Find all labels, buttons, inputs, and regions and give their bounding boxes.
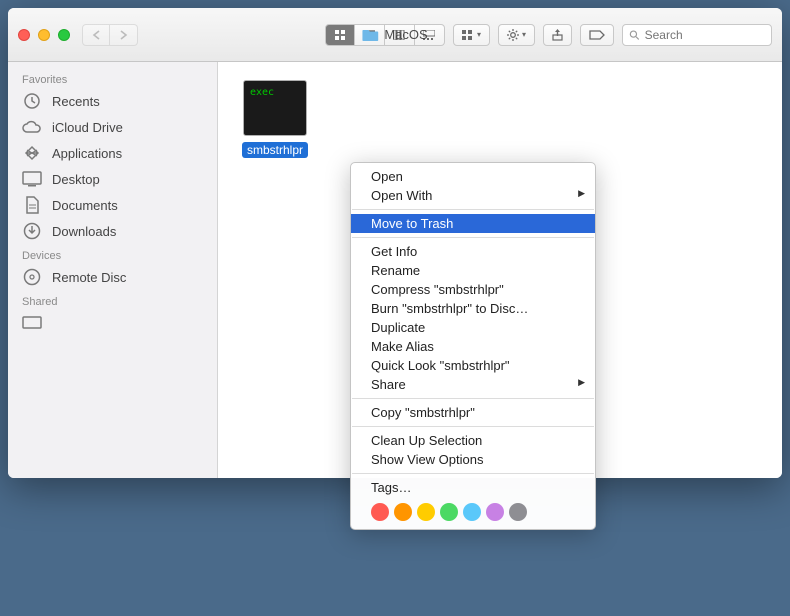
zoom-icon[interactable] — [58, 29, 70, 41]
context-item-compress-smbstrhlpr[interactable]: Compress "smbstrhlpr" — [351, 280, 595, 299]
cloud-icon — [22, 118, 42, 136]
sidebar-item-remote-disc[interactable]: Remote Disc — [8, 264, 217, 290]
titlebar: MacOS ▾ ▾ — [8, 8, 782, 62]
share-icon — [552, 29, 563, 41]
context-item-burn-smbstrhlpr-to-disc[interactable]: Burn "smbstrhlpr" to Disc… — [351, 299, 595, 318]
context-item-share[interactable]: Share — [351, 375, 595, 394]
search-input[interactable] — [645, 28, 765, 42]
context-item-open-with[interactable]: Open With — [351, 186, 595, 205]
disc-icon — [22, 268, 42, 286]
tag-dot[interactable] — [417, 503, 435, 521]
sidebar-item-label: Remote Disc — [52, 270, 126, 285]
sidebar-item-item[interactable] — [8, 310, 217, 336]
gear-icon — [507, 29, 519, 41]
close-icon[interactable] — [18, 29, 30, 41]
icon-view-button[interactable] — [325, 24, 355, 46]
tag-dot[interactable] — [371, 503, 389, 521]
nav-buttons — [82, 24, 138, 46]
sidebar-header: Devices — [8, 244, 217, 264]
tag-icon — [589, 30, 605, 40]
desktop-icon — [22, 170, 42, 188]
tag-dot[interactable] — [463, 503, 481, 521]
context-menu[interactable]: OpenOpen With Move to Trash Get InfoRename… — [350, 162, 596, 530]
context-item-get-info[interactable]: Get Info — [351, 242, 595, 261]
doc-icon — [22, 196, 42, 214]
context-separator — [352, 209, 594, 210]
context-item-duplicate[interactable]: Duplicate — [351, 318, 595, 337]
screen-icon — [22, 314, 42, 332]
window-title: MacOS — [362, 27, 427, 42]
sidebar-item-label: Documents — [52, 198, 118, 213]
traffic-lights — [18, 29, 70, 41]
sidebar-item-downloads[interactable]: Downloads — [8, 218, 217, 244]
tag-dot[interactable] — [394, 503, 412, 521]
file-name[interactable]: smbstrhlpr — [242, 142, 308, 158]
download-icon — [22, 222, 42, 240]
app-icon — [22, 144, 42, 162]
context-item-move-to-trash[interactable]: Move to Trash — [351, 214, 595, 233]
context-separator — [352, 237, 594, 238]
context-separator — [352, 473, 594, 474]
context-item-clean-up-selection[interactable]: Clean Up Selection — [351, 431, 595, 450]
action-button[interactable]: ▾ — [498, 24, 535, 46]
file-item[interactable]: exec smbstrhlpr — [236, 80, 314, 159]
clock-icon — [22, 92, 42, 110]
context-item-rename[interactable]: Rename — [351, 261, 595, 280]
tag-row — [351, 497, 595, 525]
context-item-tags[interactable]: Tags… — [351, 478, 595, 497]
group-by-button[interactable]: ▾ — [453, 24, 490, 46]
context-item-make-alias[interactable]: Make Alias — [351, 337, 595, 356]
context-item-open[interactable]: Open — [351, 167, 595, 186]
exec-icon: exec — [243, 80, 307, 136]
context-item-copy-smbstrhlpr[interactable]: Copy "smbstrhlpr" — [351, 403, 595, 422]
tags-button[interactable] — [580, 24, 614, 46]
context-separator — [352, 398, 594, 399]
sidebar-item-label: iCloud Drive — [52, 120, 123, 135]
sidebar-item-icloud-drive[interactable]: iCloud Drive — [8, 114, 217, 140]
sidebar-item-applications[interactable]: Applications — [8, 140, 217, 166]
search-field[interactable] — [622, 24, 772, 46]
folder-icon — [362, 28, 378, 41]
tag-dot[interactable] — [509, 503, 527, 521]
forward-button[interactable] — [110, 24, 138, 46]
share-button[interactable] — [543, 24, 572, 46]
context-item-show-view-options[interactable]: Show View Options — [351, 450, 595, 469]
search-icon — [629, 29, 640, 41]
sidebar-item-label: Desktop — [52, 172, 100, 187]
sidebar-item-label: Downloads — [52, 224, 116, 239]
sidebar-item-documents[interactable]: Documents — [8, 192, 217, 218]
sidebar-item-label: Applications — [52, 146, 122, 161]
sidebar-item-label: Recents — [52, 94, 100, 109]
sidebar-header: Favorites — [8, 68, 217, 88]
title-text: MacOS — [384, 27, 427, 42]
sidebar: Favorites Recents iCloud Drive Applications… — [8, 62, 218, 478]
tag-dot[interactable] — [486, 503, 504, 521]
sidebar-item-recents[interactable]: Recents — [8, 88, 217, 114]
sidebar-header: Shared — [8, 290, 217, 310]
context-separator — [352, 426, 594, 427]
context-item-quick-look-smbstrhlpr[interactable]: Quick Look "smbstrhlpr" — [351, 356, 595, 375]
minimize-icon[interactable] — [38, 29, 50, 41]
sidebar-item-desktop[interactable]: Desktop — [8, 166, 217, 192]
back-button[interactable] — [82, 24, 110, 46]
tag-dot[interactable] — [440, 503, 458, 521]
